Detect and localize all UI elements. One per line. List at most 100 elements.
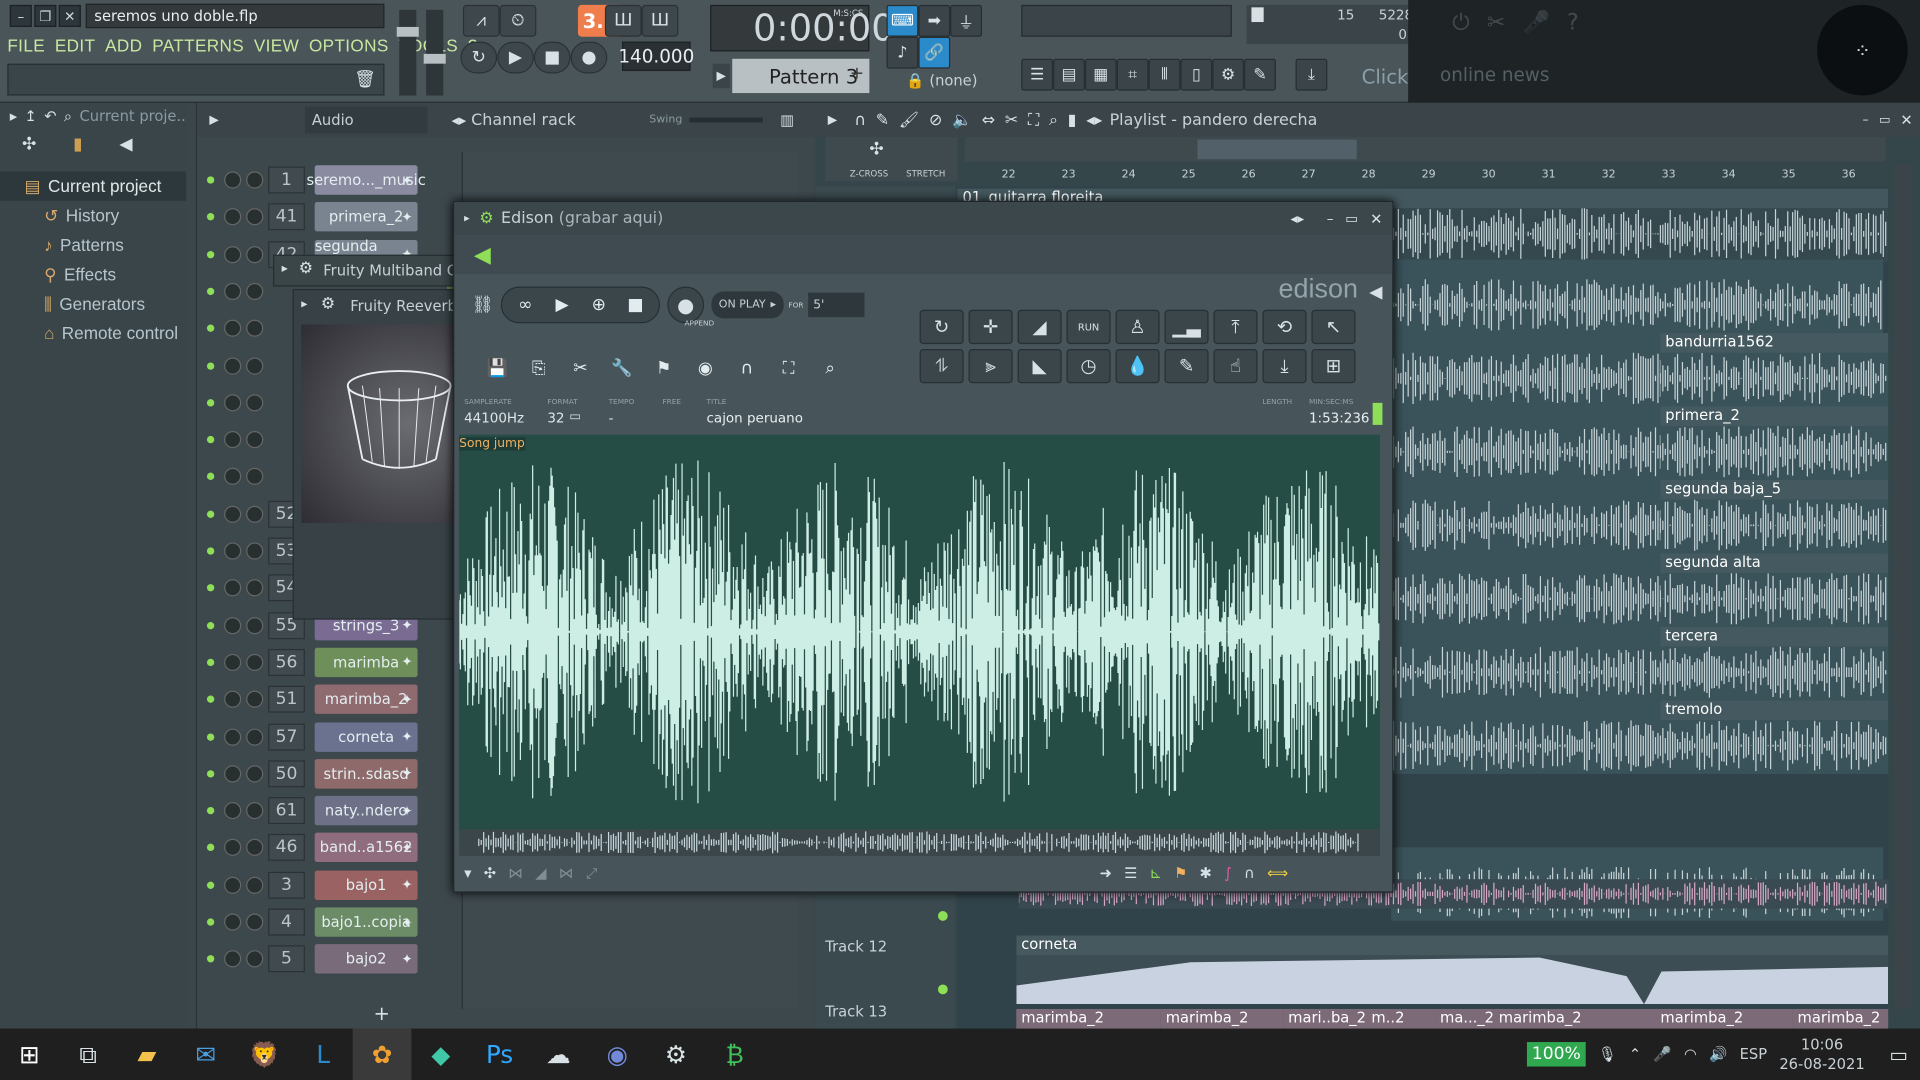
channel-led[interactable] (206, 732, 215, 741)
spectrum-icon[interactable]: ✱ (1200, 864, 1212, 881)
noise-icon[interactable]: ♙ (1115, 309, 1160, 345)
link-icon[interactable]: ⛓ (464, 290, 501, 319)
cursor-icon[interactable]: ↖ (1311, 309, 1356, 345)
channel-led[interactable] (206, 881, 215, 889)
menu-view[interactable]: VIEW (254, 36, 299, 56)
pan-knob[interactable] (224, 839, 242, 857)
midi-out-select[interactable]: 🔒 (none) (906, 69, 1004, 93)
stop-icon[interactable]: ■ (617, 290, 654, 319)
track-label[interactable]: Track 13 (825, 1003, 887, 1020)
volume-knob[interactable] (246, 802, 264, 820)
wifi-icon[interactable]: ◠ (1684, 1046, 1697, 1063)
playlist-clip[interactable] (1391, 259, 1884, 334)
volume-knob[interactable] (246, 579, 264, 597)
wrench-icon[interactable]: 🔧 (604, 354, 641, 383)
tree-generators[interactable]: ⫼ Generators (0, 289, 186, 318)
start-icon[interactable]: ⊞ (0, 1029, 59, 1080)
mail-icon[interactable]: ✉ (176, 1029, 235, 1080)
playlist-arrows-icon[interactable]: ◂▸ (1086, 111, 1102, 129)
fl-studio-icon[interactable]: ✿ (352, 1028, 412, 1080)
channel-led[interactable] (206, 584, 215, 592)
delete-icon[interactable]: ⊘ (929, 111, 942, 129)
channel-led[interactable] (206, 361, 215, 370)
channel-led[interactable] (206, 398, 215, 407)
send-icon[interactable]: ➜ (1100, 864, 1112, 881)
channel-button[interactable]: naty..ndero ✦ (314, 796, 418, 826)
metronome-icon[interactable]: ⩘ (462, 4, 500, 37)
volume-knob[interactable] (246, 616, 264, 634)
playlist-minimize-icon[interactable]: – (1862, 113, 1868, 126)
pan-knob[interactable] (224, 505, 242, 523)
pan-knob[interactable] (224, 727, 242, 746)
fl-logo-icon[interactable]: ⁘ (1817, 4, 1908, 96)
playback-icon[interactable]: ▮ (1068, 111, 1077, 129)
loop-tool-icon[interactable]: ⟲ (1262, 309, 1307, 345)
channel-button[interactable]: primera_2 ✦ (314, 202, 418, 232)
channel-led[interactable] (206, 324, 215, 333)
channel-button[interactable]: bajo2 ✦ (314, 944, 418, 974)
mixer-icon[interactable]: ⫴ (1148, 58, 1181, 91)
fade-in-icon[interactable]: ◢ (1017, 309, 1062, 345)
mixer-track-number[interactable]: 57 (268, 723, 305, 751)
volume-icon[interactable]: 🔊 (1709, 1046, 1727, 1063)
edison-overview[interactable] (459, 828, 1381, 856)
brave-icon[interactable]: 🦁 (235, 1029, 294, 1080)
channel-led[interactable] (206, 955, 215, 963)
volume-knob[interactable] (246, 950, 264, 968)
pan-knob[interactable] (224, 802, 242, 820)
restore-icon[interactable]: ❐ (34, 4, 57, 27)
channel-led[interactable] (206, 918, 215, 926)
rack-arrows-icon[interactable]: ◂▸ (451, 111, 466, 128)
draw-icon[interactable]: ✎ (876, 111, 889, 129)
expand-icon[interactable]: ▸ (464, 212, 470, 224)
curve-icon[interactable]: ∫ (1224, 864, 1232, 881)
loop-record-icon[interactable]: Ш (641, 4, 679, 37)
volume-knob[interactable] (246, 653, 264, 671)
playlist-clip[interactable]: primera_2 (1660, 406, 1889, 481)
vertical-scroll[interactable] (1893, 164, 1913, 1009)
link-icon[interactable]: 🔗 (918, 36, 951, 69)
bitcoin-app-icon[interactable]: ₿ (705, 1029, 764, 1080)
menu-patterns[interactable]: PATTERNS (152, 36, 244, 56)
volume-knob[interactable] (246, 765, 264, 783)
swing-slider[interactable] (689, 117, 764, 123)
step-edit-icon[interactable]: Ш (604, 4, 642, 37)
volume-knob[interactable] (246, 505, 264, 523)
volume-knob[interactable] (246, 876, 264, 894)
save-icon[interactable]: 💾 (479, 354, 516, 383)
playlist-clip[interactable]: segunda baja_5 (1660, 480, 1889, 554)
mixer-track-number[interactable]: 5 (268, 945, 305, 973)
snap-tool-icon[interactable]: ✣ (22, 135, 36, 155)
up-icon[interactable]: ↥ (25, 108, 37, 125)
channel-led[interactable] (206, 213, 215, 221)
pan-knob[interactable] (224, 282, 242, 300)
paint-icon[interactable]: 🖌 (899, 111, 919, 129)
song-jump-marker[interactable]: Song jump (459, 437, 525, 451)
grid-icon[interactable]: ⊞ (1311, 348, 1356, 384)
tree-effects[interactable]: ⚲ Effects (0, 260, 186, 289)
pan-knob[interactable] (224, 765, 242, 783)
rack-menu-icon[interactable]: ▶ (209, 113, 218, 126)
touch-controller-icon[interactable]: ✎ (1244, 58, 1276, 91)
cut-icon[interactable]: ✂ (562, 354, 599, 383)
volume-knob[interactable] (246, 727, 264, 746)
pan-knob[interactable] (224, 394, 242, 412)
add-pattern-icon[interactable]: + (850, 64, 864, 84)
magnet-icon[interactable]: ∩ (729, 354, 766, 383)
reverse-icon[interactable]: ↻ (919, 309, 964, 345)
playlist-icon[interactable]: ☰ (1021, 58, 1054, 91)
volume-knob[interactable] (246, 431, 264, 449)
step-icon[interactable]: ➡ (918, 4, 951, 37)
snap-tool-icon[interactable]: ✣ (869, 140, 883, 160)
eq-icon[interactable]: ▁▃ (1164, 309, 1209, 345)
channel-rack-icon[interactable]: ▤ (1053, 58, 1085, 91)
normalize-icon[interactable]: ✛ (968, 309, 1013, 345)
record-icon[interactable]: ● (667, 286, 705, 324)
channel-button[interactable]: marimba_2 ✦ (314, 684, 418, 715)
channel-button[interactable]: band..a1562 ✦ (314, 833, 418, 863)
play-icon[interactable]: ▶ (497, 41, 534, 74)
gain-icon[interactable]: ⫸ (968, 348, 1013, 384)
tree-current-project[interactable]: ▤ Current project (0, 171, 187, 201)
pan-knob[interactable] (224, 431, 242, 449)
online-news-label[interactable]: online news (1440, 64, 1549, 86)
